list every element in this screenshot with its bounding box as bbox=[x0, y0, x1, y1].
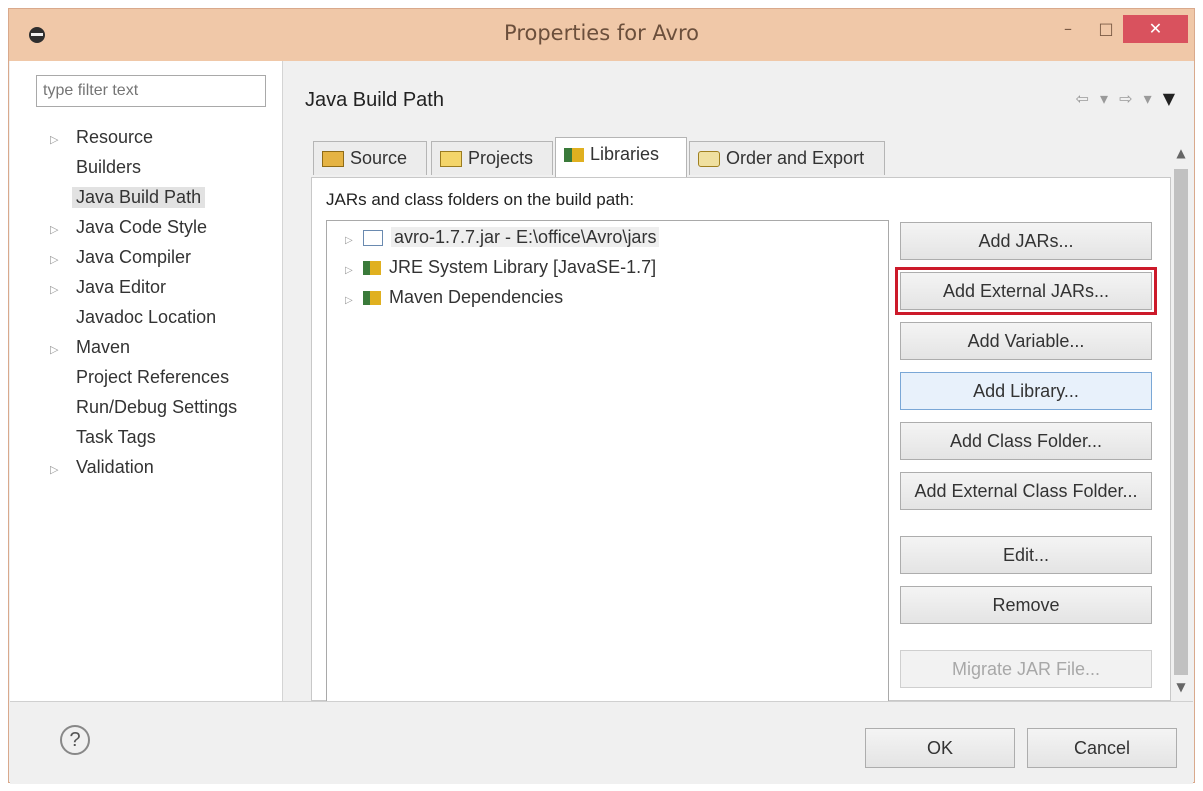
migrate-jar-file-button: Migrate JAR File... bbox=[900, 650, 1152, 688]
scroll-down-icon[interactable]: ▼ bbox=[1171, 675, 1191, 699]
sidebar-item-javadoc-location[interactable]: Javadoc Location bbox=[50, 307, 216, 335]
add-library-button[interactable]: Add Library... bbox=[900, 372, 1152, 410]
sidebar-item-label: Maven bbox=[76, 337, 131, 357]
library-icon bbox=[363, 261, 381, 276]
sidebar-item-task-tags[interactable]: Task Tags bbox=[50, 427, 156, 455]
library-icon bbox=[363, 291, 381, 306]
expand-arrow-icon[interactable]: ▷ bbox=[345, 295, 363, 306]
sidebar-item-label: Builders bbox=[76, 157, 142, 177]
forward-menu-icon[interactable]: ▾ bbox=[1144, 89, 1155, 108]
title-bar[interactable]: Properties for Avro – □ ✕ bbox=[9, 9, 1194, 61]
add-class-folder-button[interactable]: Add Class Folder... bbox=[900, 422, 1152, 460]
forward-arrow-icon[interactable]: ⇨ bbox=[1119, 89, 1135, 108]
page-title: Java Build Path bbox=[305, 89, 444, 111]
edit-button[interactable]: Edit... bbox=[900, 536, 1152, 574]
expand-arrow-icon[interactable]: ▷ bbox=[50, 283, 76, 296]
main-panel: Java Build Path ⇦ ▾ ⇨ ▾ ▼ Source Project… bbox=[283, 61, 1194, 710]
list-item-avro-jar[interactable]: ▷ avro-1.7.7.jar - E:\office\Avro\jars bbox=[345, 227, 660, 253]
sidebar-item-label: Java Compiler bbox=[76, 247, 192, 267]
expand-arrow-icon[interactable]: ▷ bbox=[50, 223, 76, 236]
list-item-label: Maven Dependencies bbox=[389, 287, 564, 307]
tab-label: Projects bbox=[468, 148, 534, 168]
sidebar-item-validation[interactable]: ▷ Validation bbox=[50, 457, 154, 485]
add-jars-button[interactable]: Add JARs... bbox=[900, 222, 1152, 260]
libraries-description: JARs and class folders on the build path… bbox=[326, 190, 635, 209]
sidebar-item-label: Java Editor bbox=[76, 277, 167, 297]
navigation-controls: ⇦ ▾ ⇨ ▾ ▼ bbox=[1075, 89, 1178, 108]
scroll-thumb[interactable] bbox=[1174, 169, 1188, 675]
sidebar-item-maven[interactable]: ▷ Maven bbox=[50, 337, 130, 365]
expand-arrow-icon[interactable]: ▷ bbox=[50, 253, 76, 266]
tab-projects[interactable]: Projects bbox=[431, 141, 553, 175]
expand-arrow-icon[interactable]: ▷ bbox=[50, 133, 76, 146]
sidebar-item-label: Task Tags bbox=[76, 427, 156, 447]
sidebar-item-label: Run/Debug Settings bbox=[76, 397, 238, 417]
sidebar-item-label: Resource bbox=[76, 127, 154, 147]
expand-arrow-icon[interactable]: ▷ bbox=[50, 343, 76, 356]
tab-label: Order and Export bbox=[726, 148, 865, 168]
sidebar-item-label: Java Build Path bbox=[72, 187, 206, 208]
tab-libraries[interactable]: Libraries bbox=[555, 137, 687, 177]
sidebar-item-java-build-path[interactable]: Java Build Path bbox=[50, 187, 206, 215]
ok-button[interactable]: OK bbox=[865, 728, 1015, 768]
properties-window: Properties for Avro – □ ✕ ▷Resource Buil… bbox=[8, 8, 1195, 784]
back-menu-icon[interactable]: ▾ bbox=[1100, 89, 1111, 108]
expand-arrow-icon[interactable]: ▷ bbox=[345, 235, 363, 246]
add-variable-button[interactable]: Add Variable... bbox=[900, 322, 1152, 360]
window-title: Properties for Avro bbox=[504, 21, 699, 45]
libraries-panel: JARs and class folders on the build path… bbox=[311, 177, 1171, 710]
sidebar: ▷Resource Builders Java Build Path ▷Java… bbox=[10, 61, 283, 701]
sidebar-item-builders[interactable]: Builders bbox=[50, 157, 141, 185]
tab-source[interactable]: Source bbox=[313, 141, 427, 175]
libraries-icon bbox=[564, 148, 584, 163]
sidebar-item-label: Validation bbox=[76, 457, 154, 477]
vertical-scrollbar[interactable]: ▲ ▼ bbox=[1171, 141, 1191, 701]
sidebar-item-java-editor[interactable]: ▷ Java Editor bbox=[50, 277, 166, 305]
filter-input[interactable] bbox=[36, 75, 266, 107]
source-folder-icon bbox=[322, 151, 344, 168]
cancel-button[interactable]: Cancel bbox=[1027, 728, 1177, 768]
sidebar-item-label: Java Code Style bbox=[76, 217, 208, 237]
sidebar-item-java-code-style[interactable]: ▷ Java Code Style bbox=[50, 217, 207, 245]
list-item-maven-dependencies[interactable]: ▷ Maven Dependencies bbox=[345, 287, 563, 313]
build-path-list[interactable]: ▷ avro-1.7.7.jar - E:\office\Avro\jars ▷ J… bbox=[326, 220, 889, 710]
add-external-class-folder-button[interactable]: Add External Class Folder... bbox=[900, 472, 1152, 510]
expand-arrow-icon[interactable]: ▷ bbox=[50, 463, 76, 476]
sidebar-item-resource[interactable]: ▷ Resource bbox=[50, 127, 153, 155]
list-item-jre-system-library[interactable]: ▷ JRE System Library [JavaSE-1.7] bbox=[345, 257, 656, 283]
view-menu-icon[interactable]: ▼ bbox=[1163, 89, 1178, 108]
sidebar-item-label: Javadoc Location bbox=[76, 307, 217, 327]
minimize-button[interactable]: – bbox=[1051, 15, 1085, 43]
back-arrow-icon[interactable]: ⇦ bbox=[1075, 89, 1091, 108]
list-item-label: JRE System Library [JavaSE-1.7] bbox=[389, 257, 657, 277]
expand-arrow-icon[interactable]: ▷ bbox=[345, 265, 363, 276]
tab-order-and-export[interactable]: Order and Export bbox=[689, 141, 885, 175]
scroll-up-icon[interactable]: ▲ bbox=[1171, 141, 1191, 165]
order-export-icon bbox=[698, 151, 720, 168]
list-item-label: avro-1.7.7.jar - E:\office\Avro\jars bbox=[391, 227, 660, 247]
tab-label: Libraries bbox=[590, 144, 660, 164]
add-external-jars-button[interactable]: Add External JARs... bbox=[895, 267, 1157, 315]
close-button[interactable]: ✕ bbox=[1123, 15, 1188, 43]
dialog-footer: ? OK Cancel bbox=[10, 701, 1193, 784]
sidebar-item-java-compiler[interactable]: ▷ Java Compiler bbox=[50, 247, 191, 275]
sidebar-item-label: Project References bbox=[76, 367, 230, 387]
maximize-button[interactable]: □ bbox=[1089, 15, 1123, 43]
projects-folder-icon bbox=[440, 151, 462, 168]
jar-icon bbox=[363, 230, 383, 247]
remove-button[interactable]: Remove bbox=[900, 586, 1152, 624]
sidebar-item-run-debug-settings[interactable]: Run/Debug Settings bbox=[50, 397, 237, 425]
sidebar-item-project-references[interactable]: Project References bbox=[50, 367, 229, 395]
help-icon[interactable]: ? bbox=[60, 725, 90, 755]
tab-label: Source bbox=[350, 148, 408, 168]
